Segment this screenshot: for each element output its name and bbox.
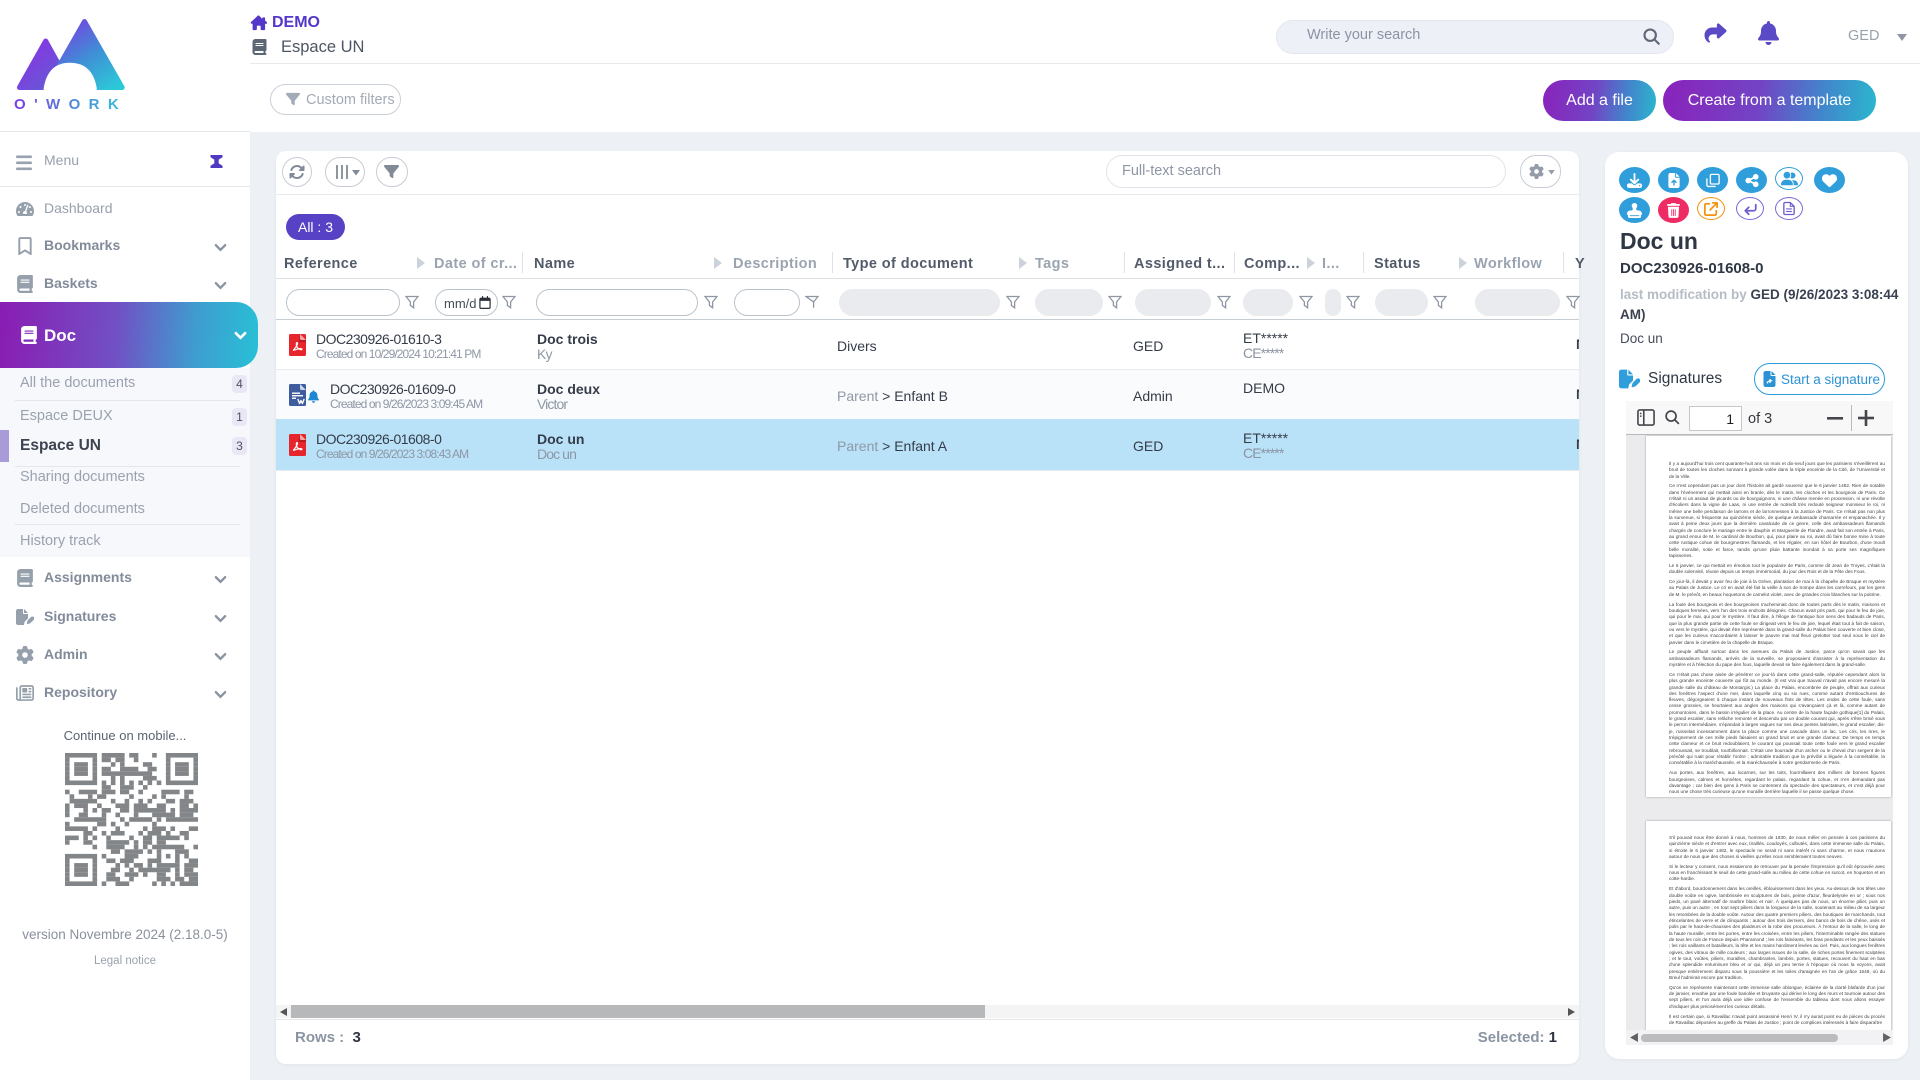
svg-text:O'WORK: O'WORK — [14, 96, 126, 112]
